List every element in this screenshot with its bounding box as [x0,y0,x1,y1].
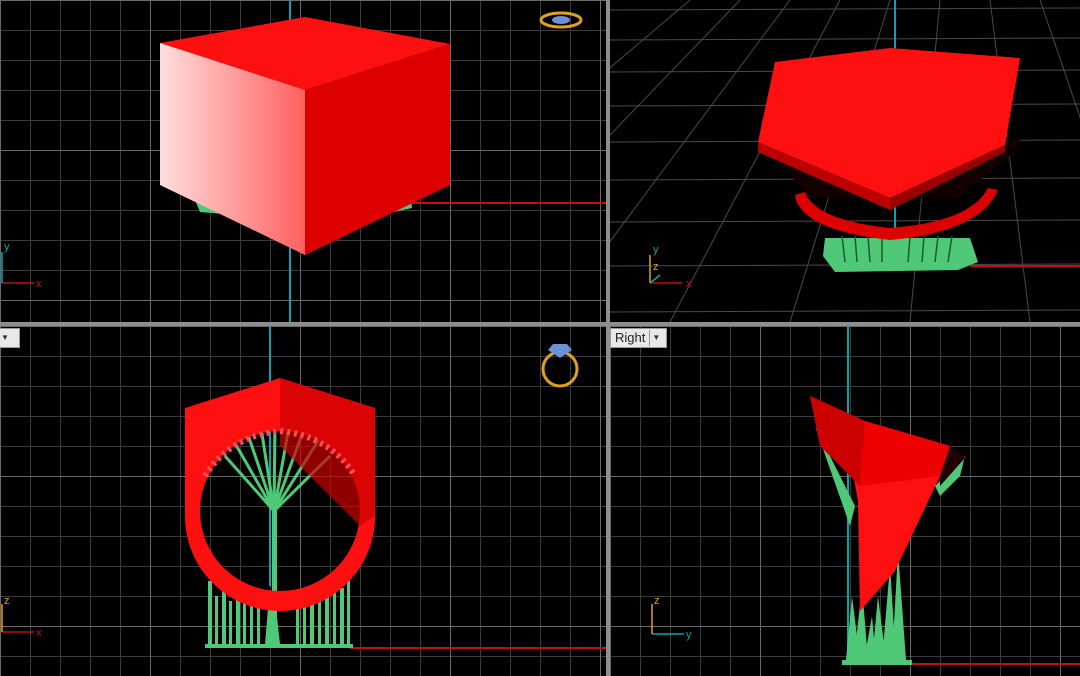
profile-face-right [860,421,950,486]
ring-shade [280,378,375,526]
viewport-front[interactable]: ▼ x z [0,326,606,676]
front-view-scene: x z [1,326,606,649]
supports [823,238,978,272]
axis-x-label: x [36,278,42,290]
viewport-right[interactable]: Right ▼ y z [610,326,1080,676]
axis-z-label: z [653,261,659,273]
axis-y-label: y [4,241,10,253]
right-view-scene: y z [651,326,1080,665]
viewport-top[interactable]: x y [0,0,606,322]
ring-top-icon[interactable] [539,11,583,29]
viewport-perspective[interactable]: x y z [610,0,1080,322]
ring-front-icon[interactable] [541,344,579,388]
top-view-scene: x y [1,0,606,322]
axis-gizmo: x z [1,595,42,639]
axis-y-label: y [686,629,692,641]
axis-gizmo: y z [651,595,692,641]
axis-gizmo: x y z [649,244,692,290]
axis-z-label: z [4,595,10,607]
axis-x-label: x [36,627,42,639]
axis-gizmo: x y [1,241,42,290]
axis-z-label: z [654,595,660,607]
perspective-grid: x y z [610,0,1080,322]
axis-x-label: x [686,278,692,290]
axis-y-label: y [653,244,659,256]
